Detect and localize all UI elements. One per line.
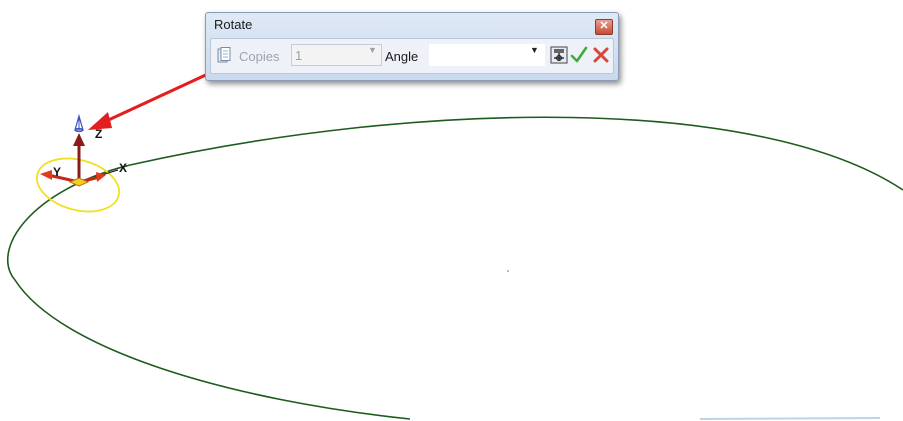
rotation-triad[interactable] — [31, 113, 125, 220]
copies-dropdown-arrow-icon: ▼ — [368, 45, 377, 55]
angle-field[interactable] — [429, 44, 545, 66]
ellipse-curve[interactable] — [6, 116, 903, 420]
cancel-x-icon[interactable] — [592, 46, 610, 64]
curve-faint-segment — [699, 417, 881, 420]
x-axis-head — [96, 172, 106, 182]
pointer-arrow — [88, 71, 211, 130]
x-axis-label: X — [119, 161, 128, 175]
z-cone-icon[interactable] — [74, 113, 84, 133]
y-axis-head — [40, 170, 52, 180]
angle-dropdown-arrow-icon[interactable]: ▼ — [530, 45, 539, 55]
angle-label: Angle — [385, 49, 419, 64]
rotate-toolbar: Copies 1 ▼ Angle ▼ — [210, 38, 614, 74]
y-axis-label: Y — [53, 165, 62, 179]
copies-label: Copies — [239, 49, 280, 64]
rotate-dialog: Rotate ✕ Copies 1 ▼ Angle ▼ — [205, 12, 619, 81]
dialog-title: Rotate — [214, 17, 253, 32]
close-button[interactable]: ✕ — [595, 19, 613, 35]
z-axis-label: Z — [95, 127, 103, 141]
center-point — [507, 270, 509, 272]
apply-check-icon[interactable] — [570, 46, 588, 64]
z-axis-head — [73, 133, 85, 146]
options-icon[interactable] — [550, 46, 568, 64]
copies-document-icon — [217, 47, 231, 63]
